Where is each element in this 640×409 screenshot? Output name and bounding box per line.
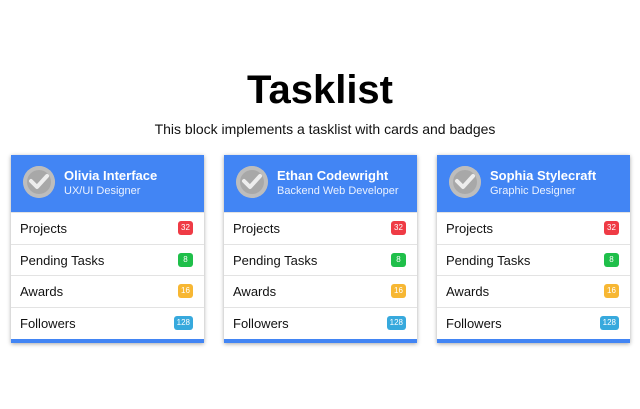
user-card: Ethan Codewright Backend Web Developer P… [224, 155, 417, 343]
avatar [449, 166, 481, 198]
count-badge: 16 [178, 284, 193, 298]
user-role: Graphic Designer [490, 185, 576, 197]
list-item-label: Pending Tasks [233, 252, 318, 268]
card-header: Sophia Stylecraft Graphic Designer [437, 155, 630, 212]
list-item-label: Pending Tasks [20, 252, 105, 268]
list-item-pending-tasks[interactable]: Pending Tasks 8 [11, 243, 204, 276]
user-card: Sophia Stylecraft Graphic Designer Proje… [437, 155, 630, 343]
list-item-label: Projects [233, 221, 280, 236]
list-item-label: Awards [233, 284, 277, 299]
user-name: Olivia Interface [64, 168, 158, 183]
count-badge: 32 [178, 221, 193, 235]
list-item-awards[interactable]: Awards 16 [224, 275, 417, 307]
list-item-pending-tasks[interactable]: Pending Tasks 8 [437, 243, 630, 276]
list-item-label: Awards [20, 284, 64, 299]
count-badge: 128 [386, 315, 406, 330]
check-avatar-icon [236, 166, 268, 198]
list-item-awards[interactable]: Awards 16 [11, 275, 204, 307]
user-role: Backend Web Developer [277, 185, 399, 197]
list-item-label: Projects [446, 221, 493, 236]
user-name: Sophia Stylecraft [490, 168, 597, 183]
list-item-label: Awards [446, 284, 490, 299]
count-badge: 16 [391, 284, 406, 298]
user-card: Olivia Interface UX/UI Designer Projects… [11, 155, 204, 343]
list-item-projects[interactable]: Projects 32 [437, 212, 630, 244]
list-item-label: Followers [20, 315, 76, 331]
user-role: UX/UI Designer [64, 185, 141, 197]
count-badge: 32 [391, 221, 406, 235]
list-item-awards[interactable]: Awards 16 [437, 275, 630, 307]
list-item-label: Followers [233, 315, 289, 331]
check-avatar-icon [23, 166, 55, 198]
list-item-followers[interactable]: Followers 128 [11, 306, 204, 339]
list-item-label: Projects [20, 221, 67, 236]
avatar [236, 166, 268, 198]
list-item-label: Pending Tasks [446, 252, 531, 268]
page-title: Tasklist [247, 68, 393, 112]
list-item-pending-tasks[interactable]: Pending Tasks 8 [224, 243, 417, 276]
card-header: Ethan Codewright Backend Web Developer [224, 155, 417, 212]
list-item-projects[interactable]: Projects 32 [11, 212, 204, 244]
list-item-followers[interactable]: Followers 128 [224, 306, 417, 339]
count-badge: 128 [173, 315, 193, 330]
count-badge: 8 [178, 252, 193, 267]
card-header: Olivia Interface UX/UI Designer [11, 155, 204, 212]
page-subtitle: This block implements a tasklist with ca… [154, 121, 496, 137]
count-badge: 8 [604, 252, 619, 267]
check-avatar-icon [449, 166, 481, 198]
avatar [23, 166, 55, 198]
list-item-projects[interactable]: Projects 32 [224, 212, 417, 244]
count-badge: 8 [391, 252, 406, 267]
list-item-label: Followers [446, 315, 502, 331]
count-badge: 16 [604, 284, 619, 298]
tasklist-page: Tasklist This block implements a tasklis… [0, 0, 640, 409]
count-badge: 32 [604, 221, 619, 235]
user-name: Ethan Codewright [277, 168, 389, 183]
count-badge: 128 [599, 315, 619, 330]
list-item-followers[interactable]: Followers 128 [437, 306, 630, 339]
